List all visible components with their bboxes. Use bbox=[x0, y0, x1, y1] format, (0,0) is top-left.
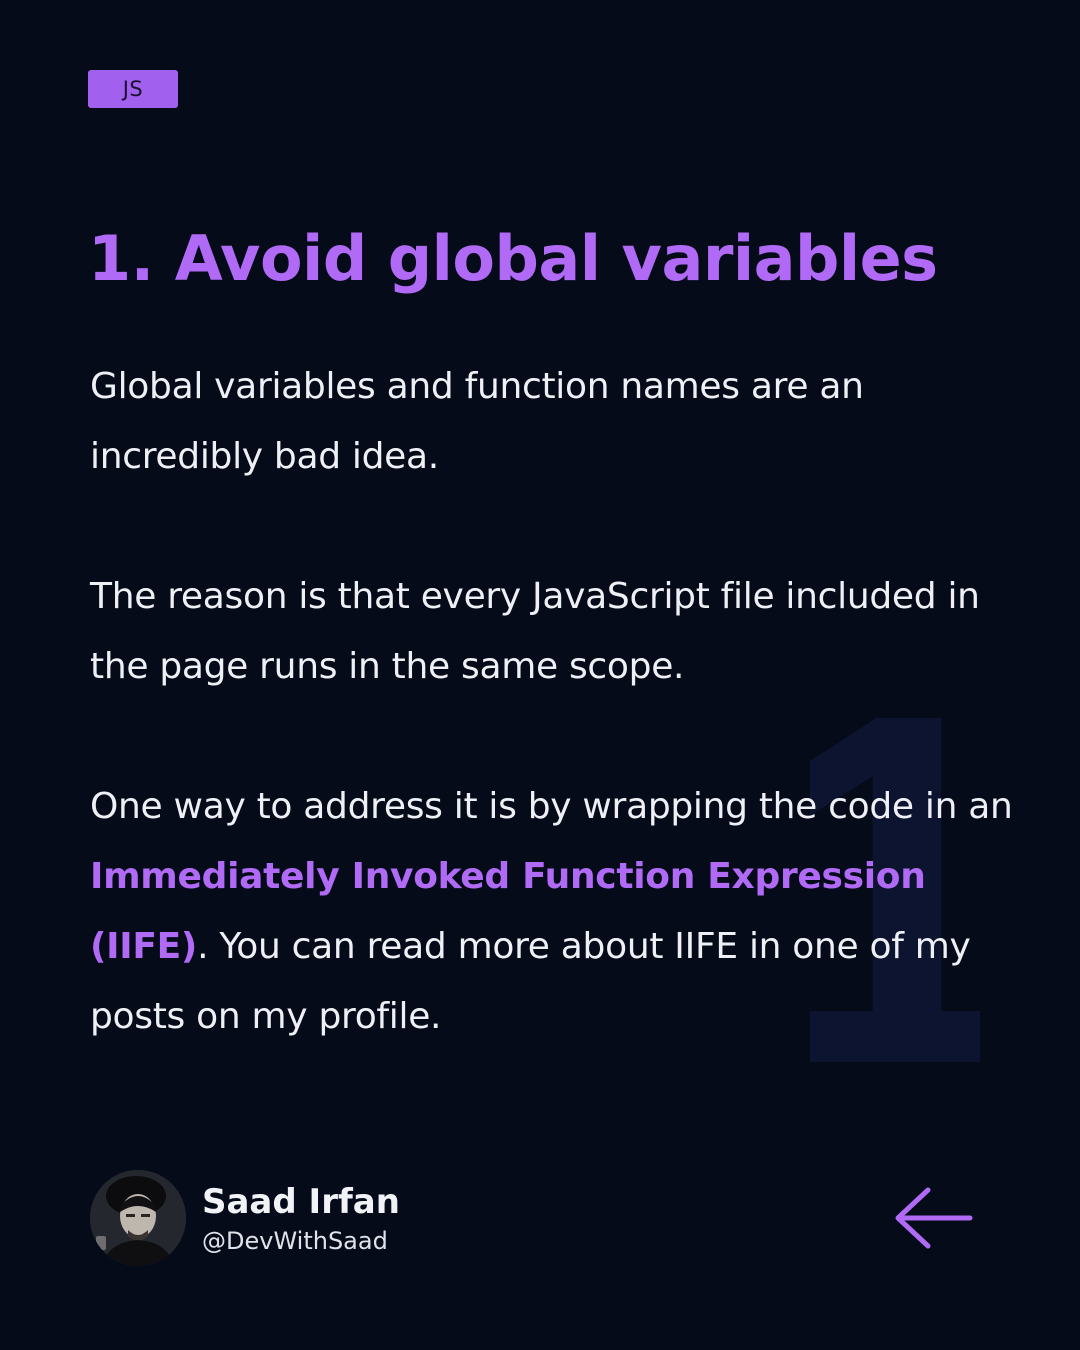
paragraph-iife-solution: One way to address it is by wrapping the… bbox=[90, 772, 1030, 1052]
iife-text-before: One way to address it is by wrapping the… bbox=[90, 786, 1013, 827]
author-handle: @DevWithSaad bbox=[202, 1227, 388, 1255]
author-name: Saad Irfan bbox=[202, 1182, 400, 1222]
avatar-portrait bbox=[90, 1170, 186, 1266]
topic-tag: JS bbox=[88, 70, 178, 108]
topic-tag-label: JS bbox=[122, 77, 144, 101]
arrow-left-icon bbox=[895, 1187, 973, 1249]
paragraph-scope-reason: The reason is that every JavaScript file… bbox=[90, 576, 980, 687]
avatar bbox=[90, 1170, 186, 1266]
iife-text-after: . You can read more about IIFE in one of… bbox=[90, 926, 971, 1037]
paragraph-global-variables: Global variables and function names are … bbox=[90, 366, 864, 477]
slide-title: 1. Avoid global variables bbox=[88, 222, 938, 295]
back-arrow-button[interactable] bbox=[890, 1182, 974, 1254]
